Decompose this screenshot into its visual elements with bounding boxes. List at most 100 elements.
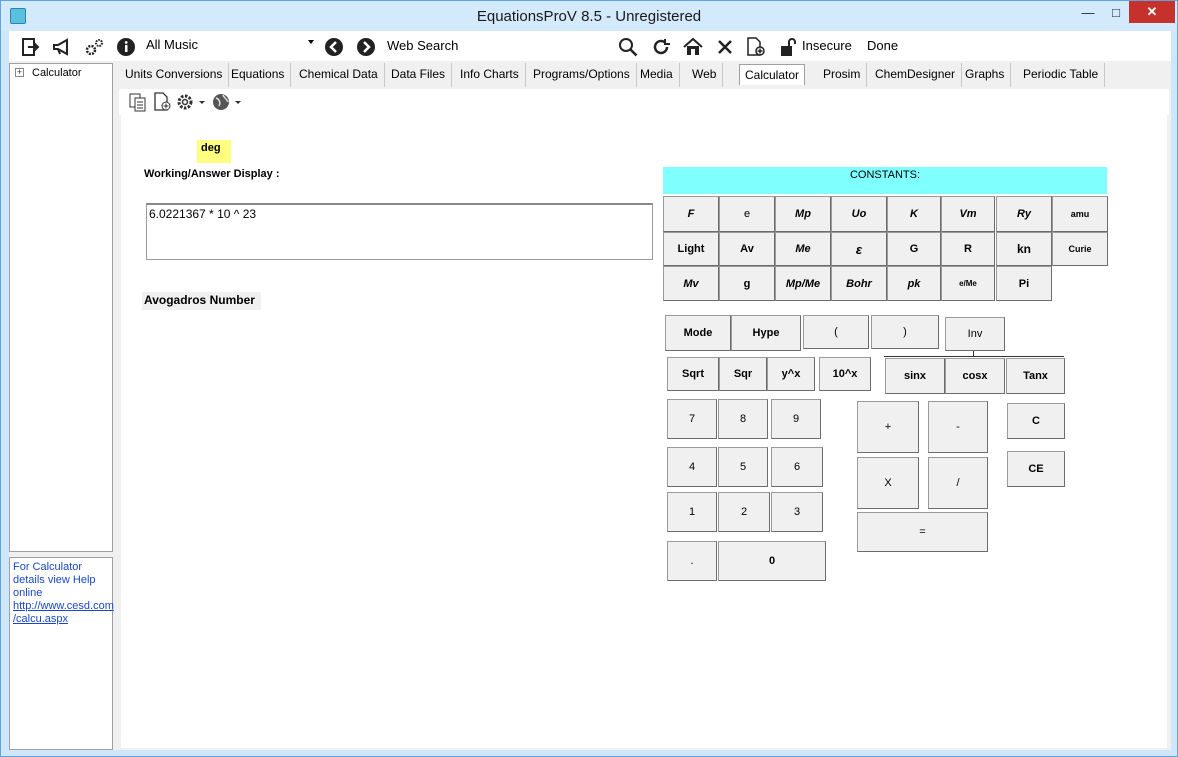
tab-prosim[interactable]: Prosim	[817, 63, 868, 87]
plus-button[interactable]: +	[857, 401, 919, 453]
working-display-field[interactable]: 6.0221367 * 10 ^ 23	[146, 203, 653, 260]
power-button[interactable]: y^x	[767, 357, 815, 391]
constant-button-kn[interactable]: kn	[996, 232, 1052, 266]
tab-media[interactable]: Media	[634, 63, 680, 87]
constant-button-g-gravitational[interactable]: G	[887, 232, 941, 266]
digit-3-button[interactable]: 3	[771, 492, 823, 532]
sin-button[interactable]: sinx	[885, 358, 945, 394]
constant-button-pi[interactable]: Pi	[996, 266, 1052, 301]
sqrt-button[interactable]: Sqrt	[667, 357, 719, 391]
megaphone-icon[interactable]	[51, 36, 73, 58]
constant-button-k[interactable]: K	[887, 196, 941, 232]
sqr-button[interactable]: Sqr	[719, 357, 767, 391]
angle-mode-indicator[interactable]: deg	[197, 140, 231, 163]
chevron-down-icon	[308, 40, 314, 44]
constant-button-me[interactable]: Me	[775, 232, 831, 266]
digit-8-button[interactable]: 8	[718, 399, 768, 439]
tab-chemdesigner[interactable]: ChemDesigner	[869, 63, 963, 87]
clear-entry-button[interactable]: CE	[1007, 451, 1065, 487]
tree-item-calculator[interactable]: Calculator	[32, 67, 82, 79]
hype-button[interactable]: Hype	[731, 315, 801, 351]
divide-button[interactable]: /	[928, 457, 988, 509]
digit-9-button[interactable]: 9	[771, 399, 821, 439]
info-icon[interactable]	[115, 36, 137, 58]
home-icon[interactable]	[682, 36, 704, 58]
tab-chemical-data[interactable]: Chemical Data	[293, 63, 385, 87]
help-link-path[interactable]: /calcu.aspx	[13, 613, 109, 626]
trig-connector	[884, 356, 1064, 357]
tab-graphs[interactable]: Graphs	[959, 63, 1012, 87]
refresh-icon[interactable]	[650, 36, 672, 58]
digit-6-button[interactable]: 6	[771, 447, 823, 487]
constant-button-curie[interactable]: Curie	[1052, 232, 1108, 266]
help-link[interactable]: http://www.cesd.com	[13, 600, 114, 613]
constants-header: CONSTANTS:	[663, 167, 1107, 194]
forward-arrow-icon[interactable]	[355, 36, 377, 58]
new-document-icon[interactable]	[745, 36, 767, 58]
copy-icon[interactable]	[127, 91, 149, 113]
constant-button-av[interactable]: Av	[719, 232, 775, 266]
exit-icon[interactable]	[19, 36, 41, 58]
constant-button-mp-me[interactable]: Mp/Me	[775, 266, 831, 301]
minus-button[interactable]: -	[928, 401, 988, 453]
constant-button-f[interactable]: F	[663, 196, 719, 232]
tab-calculator[interactable]: Calculator	[739, 64, 806, 85]
search-icon[interactable]	[617, 36, 639, 58]
constant-button-epsilon[interactable]: ε	[831, 232, 887, 266]
clear-button[interactable]: C	[1007, 403, 1065, 439]
globe-dropdown-icon[interactable]	[211, 91, 243, 113]
constant-button-pk[interactable]: pk	[887, 266, 941, 301]
constant-button-uo[interactable]: Uo	[831, 196, 887, 232]
constant-button-e[interactable]: e	[719, 196, 775, 232]
digit-5-button[interactable]: 5	[718, 447, 768, 487]
constant-button-mp[interactable]: Mp	[775, 196, 831, 232]
stop-icon[interactable]	[714, 36, 736, 58]
minimize-button[interactable]: —	[1075, 1, 1101, 23]
back-arrow-icon[interactable]	[323, 36, 345, 58]
constant-button-light[interactable]: Light	[663, 232, 719, 266]
close-paren-button[interactable]: )	[871, 315, 939, 349]
digit-7-button[interactable]: 7	[667, 399, 717, 439]
constant-button-e-me[interactable]: e/Me	[941, 266, 995, 301]
settings-dropdown-icon[interactable]	[175, 91, 207, 113]
close-button[interactable]: ✕	[1129, 1, 1175, 23]
help-panel: For Calculator details view Help online …	[9, 557, 114, 750]
mode-button[interactable]: Mode	[665, 315, 731, 351]
tab-periodic-table[interactable]: Periodic Table	[1017, 63, 1106, 87]
constant-button-vm[interactable]: Vm	[941, 196, 995, 232]
inv-button[interactable]: Inv	[945, 317, 1005, 351]
constant-button-ry[interactable]: Ry	[996, 196, 1052, 232]
tab-equations[interactable]: Equations	[225, 63, 292, 87]
unlock-icon[interactable]	[777, 36, 799, 58]
constant-button-bohr[interactable]: Bohr	[831, 266, 887, 301]
tab-programs-options[interactable]: Programs/Options	[527, 63, 637, 87]
equals-button[interactable]: =	[857, 512, 988, 552]
tab-data-files[interactable]: Data Files	[385, 63, 453, 87]
digit-0-button[interactable]: 0	[718, 541, 826, 581]
constant-button-g-acceleration[interactable]: g	[719, 266, 775, 301]
constant-button-r[interactable]: R	[941, 232, 995, 266]
decimal-button[interactable]: .	[667, 541, 717, 581]
constant-button-mv[interactable]: Mv	[663, 266, 719, 301]
working-display-label: Working/Answer Display :	[144, 168, 280, 180]
web-search-label[interactable]: Web Search	[387, 38, 458, 53]
music-dropdown-value: All Music	[146, 37, 199, 52]
tab-web[interactable]: Web	[686, 63, 724, 87]
open-paren-button[interactable]: (	[803, 315, 869, 349]
new-file-icon[interactable]	[151, 91, 173, 113]
tree-expand-icon[interactable]: +	[15, 68, 24, 77]
cos-button[interactable]: cosx	[945, 358, 1005, 394]
constant-button-amu[interactable]: amu	[1052, 196, 1108, 232]
maximize-button[interactable]: □	[1103, 1, 1129, 23]
title-bar[interactable]: EquationsProV 8.5 - Unregistered — □ ✕	[1, 1, 1177, 31]
tab-units-conversions[interactable]: Units Conversions	[119, 63, 230, 87]
digit-2-button[interactable]: 2	[718, 492, 770, 532]
music-dropdown[interactable]: All Music	[143, 35, 317, 55]
digit-1-button[interactable]: 1	[667, 492, 717, 532]
tan-button[interactable]: Tanx	[1006, 358, 1065, 394]
multiply-button[interactable]: X	[857, 457, 919, 509]
settings-gears-icon[interactable]	[83, 36, 105, 58]
ten-power-button[interactable]: 10^x	[819, 357, 871, 391]
digit-4-button[interactable]: 4	[667, 447, 717, 487]
tab-info-charts[interactable]: Info Charts	[454, 63, 526, 87]
